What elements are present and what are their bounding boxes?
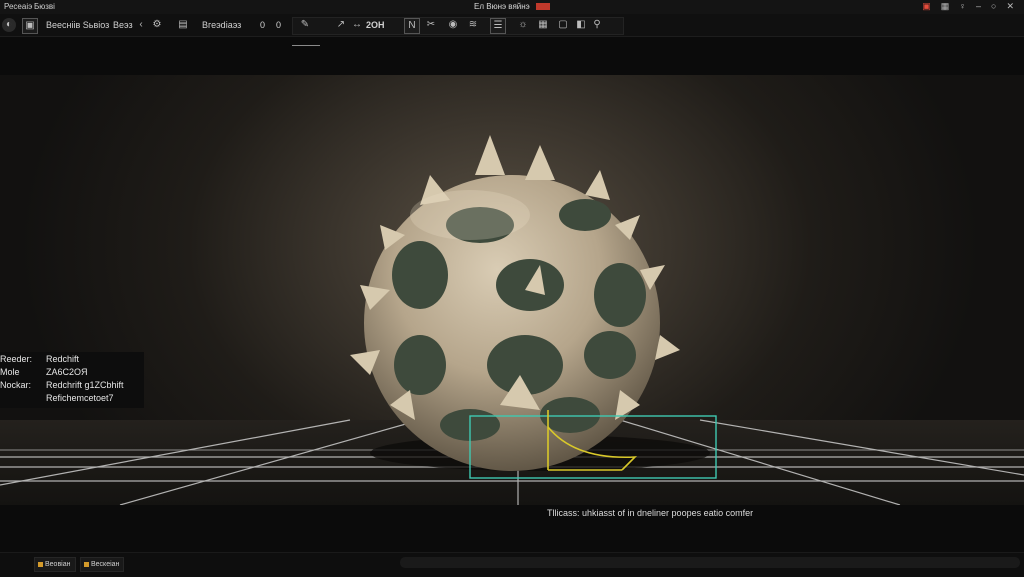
render-icon[interactable]: ◧ (574, 18, 588, 32)
document-icon[interactable]: ▤ (176, 18, 190, 32)
record-badge (535, 3, 550, 11)
tab-color-dot (38, 562, 43, 567)
dropdown-arrow-icon[interactable]: ‹ (134, 18, 148, 32)
info-row: Reeder: Redchift (0, 353, 144, 366)
viewport-caption: Tllicass: uhkiasst of in dneliner poopes… (547, 508, 754, 518)
move-icon[interactable]: ↔ (350, 18, 364, 32)
close-icon[interactable]: ✕ (1006, 1, 1014, 12)
frame-icon[interactable]: ▢ (556, 18, 570, 32)
camera-icon[interactable]: ◉ (446, 18, 460, 32)
render-viewport[interactable] (0, 75, 1024, 505)
maximize-icon[interactable]: ○ (991, 1, 996, 12)
settings-icon[interactable]: ⚙ (150, 18, 164, 32)
grid-icon[interactable]: ▦ (941, 1, 950, 12)
mode-selector[interactable]: Веэз (113, 17, 133, 33)
scene-selector[interactable]: Веесніів Sьвіоз (46, 17, 109, 33)
bottom-tab-1[interactable]: Веовіан (34, 557, 76, 572)
info-row: Nockar: Redchrift g1ZCbhift (0, 379, 144, 392)
bottom-tab-label: Веовіан (45, 561, 71, 568)
node-icon[interactable]: N (404, 18, 420, 34)
search-icon[interactable]: ⚲ (590, 18, 604, 32)
window-title: Ел Вюнэ вяйнэ (474, 2, 530, 11)
window-title-area: Ел Вюнэ вяйнэ (0, 2, 1024, 11)
layers-icon[interactable]: ≋ (466, 18, 480, 32)
scene-graphics (0, 135, 1024, 505)
count-display: 2ОН (366, 20, 385, 30)
menu-bar: Ресеаіэ Бюзві Ел Вюнэ вяйнэ ▣ ▦ ♀ – ○ ✕ (0, 0, 1024, 15)
grid-view-icon[interactable]: ▦ (536, 18, 550, 32)
light-icon[interactable]: ☼ (516, 18, 530, 32)
list-icon[interactable]: ☰ (490, 18, 506, 34)
minimize-icon[interactable]: – (976, 1, 981, 12)
info-value: Redchrift g1ZCbhift (46, 380, 124, 390)
bottom-bar: Веовіан Вескеіан (0, 552, 1024, 577)
arrow-icon[interactable]: ↗ (334, 18, 348, 32)
value-b[interactable]: 0 (276, 17, 281, 33)
spiky-sphere (350, 135, 680, 471)
bottom-tab-label: Вескеіан (91, 561, 120, 568)
info-value: ZA6C2OЯ (46, 367, 88, 377)
tab-color-dot (84, 562, 89, 567)
app-logo-icon[interactable]: ◐ (2, 18, 16, 32)
main-toolbar: ◐ ▣ Веесніів Sьвіоз Веэз ‹ ⚙ ▤ Вгеэdіаэз… (0, 14, 1024, 46)
horizontal-scrollbar[interactable] (400, 557, 1020, 568)
recording-icon[interactable]: ▣ (922, 1, 931, 12)
render-info-panel: Reeder: Redchift Mole ZA6C2OЯ Nockar: Re… (0, 352, 144, 408)
panel-selector[interactable]: Вгеэdіаэз (202, 17, 241, 33)
info-row: Refichemcetoet7 (0, 392, 144, 405)
info-key: Mole (0, 367, 20, 377)
value-a[interactable]: 0 (260, 17, 265, 33)
scissors-icon[interactable]: ✂ (424, 18, 438, 32)
info-value: Redchift (46, 354, 80, 364)
info-key: Reeder: (0, 354, 33, 364)
bottom-tab-2[interactable]: Вескеіан (80, 557, 125, 572)
scene-icon[interactable]: ▣ (22, 18, 38, 34)
active-tool-underline (292, 45, 320, 46)
info-key: Nockar: (0, 380, 32, 390)
window-controls: ▣ ▦ ♀ – ○ ✕ (922, 1, 1014, 12)
user-icon[interactable]: ♀ (959, 1, 966, 12)
info-row: Mole ZA6C2OЯ (0, 366, 144, 379)
brush-icon[interactable]: ✎ (298, 18, 312, 32)
info-value: Refichemcetoet7 (46, 393, 114, 403)
